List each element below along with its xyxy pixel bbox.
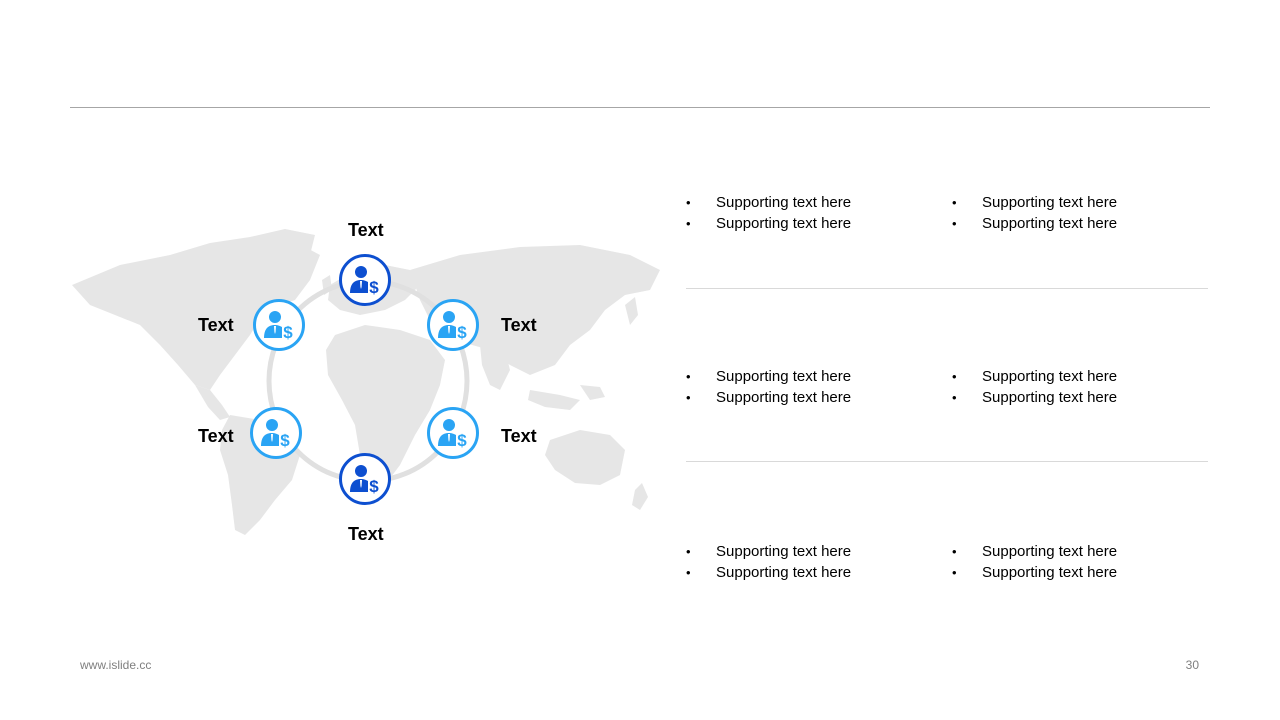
node-label-bottom: Text: [348, 524, 384, 544]
list-item: • Supporting text here: [952, 194, 1118, 211]
node-top: [339, 254, 391, 306]
list-item: • Supporting text here: [952, 543, 1118, 560]
list-item: • Supporting text here: [686, 194, 852, 211]
person-dollar-icon: [259, 416, 293, 450]
node-bottom: [339, 453, 391, 505]
list-item: • Supporting text here: [686, 543, 852, 560]
list-item: • Supporting text here: [686, 564, 852, 581]
node-label-lower-left: Text: [198, 426, 234, 446]
section-3-right-list: • Supporting text here • Supporting text h…: [952, 541, 1117, 583]
list-item: • Supporting text here: [952, 564, 1118, 581]
person-dollar-icon: [436, 308, 470, 342]
node-lower-right: [427, 407, 479, 459]
top-divider: [70, 107, 1210, 108]
page-number: 30: [1185, 658, 1199, 672]
node-label-upper-left: Text: [198, 315, 234, 335]
node-upper-right: [427, 299, 479, 351]
list-item: • Supporting text here: [952, 389, 1118, 406]
node-upper-left: [253, 299, 305, 351]
list-item: • Supporting text here: [686, 368, 852, 385]
section-2-left-list: • Supporting text here • Supporting text h…: [686, 366, 851, 408]
person-dollar-icon: [348, 263, 382, 297]
section-1-left-list: • Supporting text here • Supporting text h…: [686, 192, 851, 234]
section-1-right-list: • Supporting text here • Supporting text h…: [952, 192, 1117, 234]
node-label-upper-right: Text: [501, 315, 537, 335]
list-item: • Supporting text here: [686, 215, 852, 232]
node-lower-left: [250, 407, 302, 459]
person-dollar-icon: [436, 416, 470, 450]
section-3-left-list: • Supporting text here • Supporting text h…: [686, 541, 851, 583]
node-label-top: Text: [348, 220, 384, 240]
person-dollar-icon: [348, 462, 382, 496]
section-divider: [686, 461, 1208, 462]
section-divider: [686, 288, 1208, 289]
node-label-lower-right: Text: [501, 426, 537, 446]
list-item: • Supporting text here: [952, 215, 1118, 232]
list-item: • Supporting text here: [952, 368, 1118, 385]
footer-website: www.islide.cc: [80, 658, 152, 672]
section-2-right-list: • Supporting text here • Supporting text h…: [952, 366, 1117, 408]
person-dollar-icon: [262, 308, 296, 342]
list-item: • Supporting text here: [686, 389, 852, 406]
